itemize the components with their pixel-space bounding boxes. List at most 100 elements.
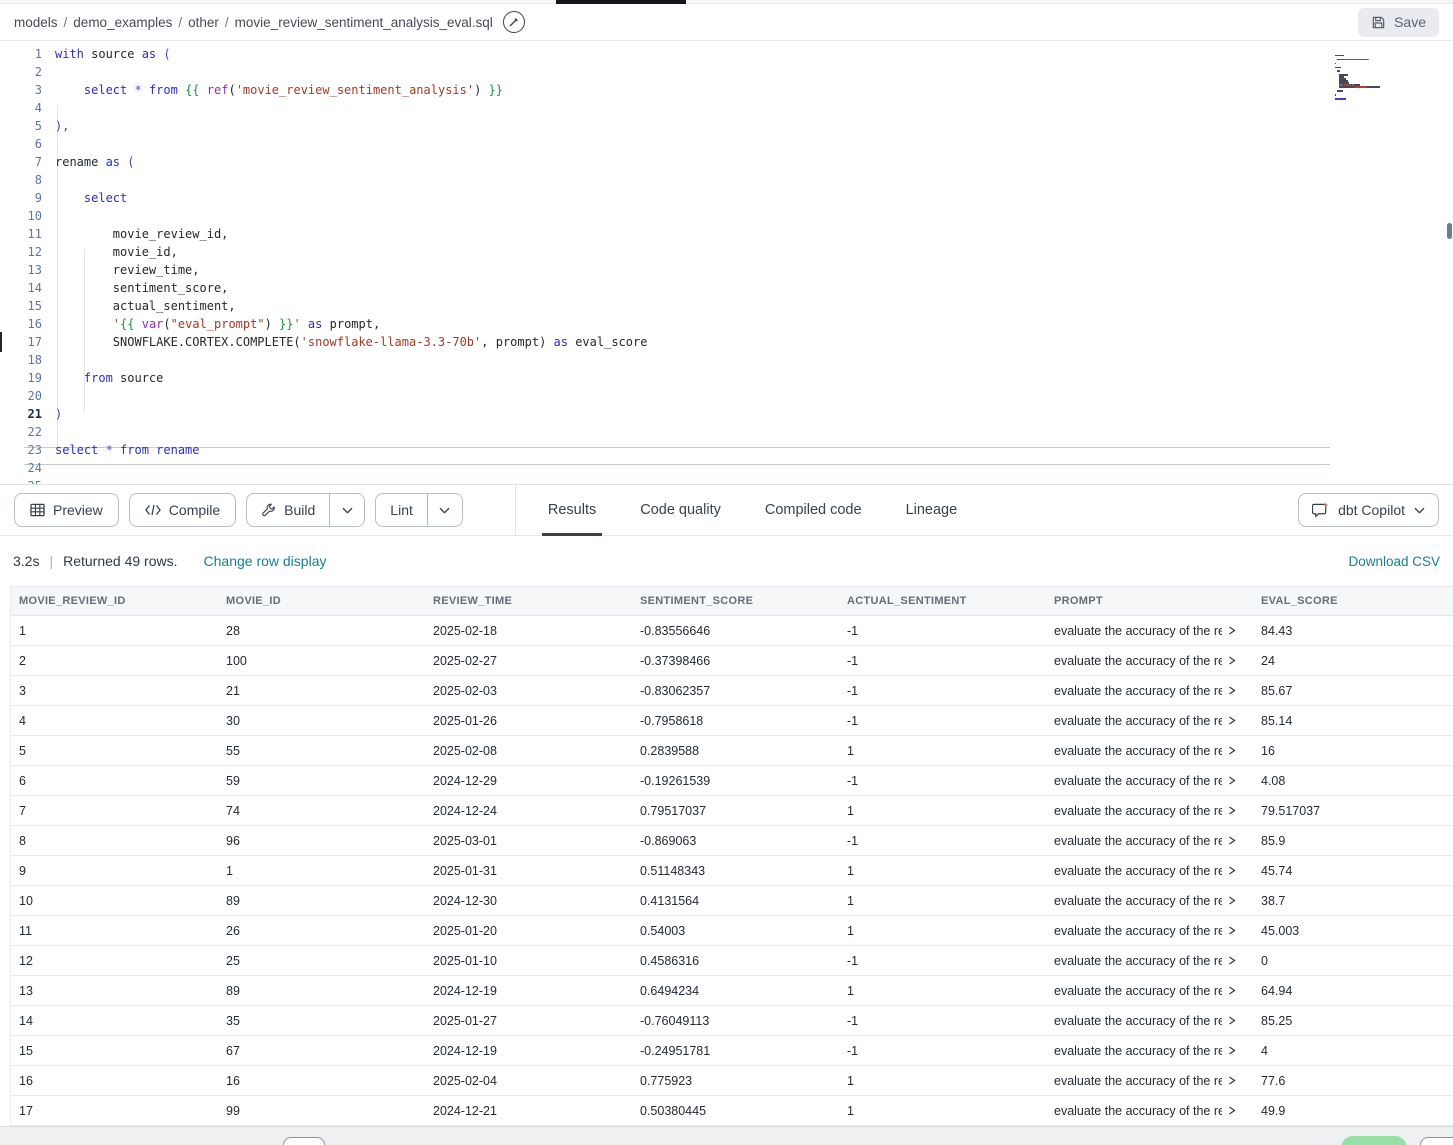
cell-movie-id: 1 bbox=[218, 864, 425, 878]
code-line[interactable]: select * from {{ ref('movie_review_senti… bbox=[55, 81, 1453, 99]
partial-button[interactable] bbox=[283, 1137, 325, 1145]
cell-prompt: evaluate the accuracy of the res… bbox=[1046, 1104, 1253, 1118]
code-line[interactable]: movie_id, bbox=[55, 243, 1453, 261]
build-button[interactable]: Build bbox=[247, 494, 329, 526]
cell-movie-review-id: 12 bbox=[11, 954, 218, 968]
tab-compiled-code[interactable]: Compiled code bbox=[765, 485, 862, 536]
expand-prompt-icon[interactable] bbox=[1228, 896, 1236, 905]
cell-movie-review-id: 17 bbox=[11, 1104, 218, 1118]
code-line[interactable]: '{{ var("eval_prompt") }}' as prompt, bbox=[55, 315, 1453, 333]
cell-eval-score: 84.43 bbox=[1253, 624, 1453, 638]
expand-prompt-icon[interactable] bbox=[1228, 686, 1236, 695]
cell-movie-review-id: 13 bbox=[11, 984, 218, 998]
tab-code-quality[interactable]: Code quality bbox=[640, 485, 721, 536]
expand-prompt-icon[interactable] bbox=[1228, 956, 1236, 965]
cell-eval-score: 16 bbox=[1253, 744, 1453, 758]
change-row-display-link[interactable]: Change row display bbox=[204, 553, 327, 569]
sql-code-editor[interactable]: 1234567891011121314151617181920212223242… bbox=[0, 41, 1453, 485]
expand-prompt-icon[interactable] bbox=[1228, 626, 1236, 635]
code-line[interactable]: select bbox=[55, 189, 1453, 207]
prompt-preview-text: evaluate the accuracy of the res… bbox=[1054, 1074, 1222, 1088]
code-line[interactable]: movie_review_id, bbox=[55, 225, 1453, 243]
expand-prompt-icon[interactable] bbox=[1228, 986, 1236, 995]
expand-prompt-icon[interactable] bbox=[1228, 926, 1236, 935]
breadcrumb-segment[interactable]: demo_examples bbox=[73, 15, 172, 30]
cell-movie-id: 30 bbox=[218, 714, 425, 728]
code-line[interactable] bbox=[55, 207, 1453, 225]
save-label: Save bbox=[1394, 14, 1426, 30]
code-line[interactable] bbox=[55, 351, 1453, 369]
table-row: 21002025-02-27-0.37398466-1evaluate the … bbox=[11, 646, 1453, 676]
code-line[interactable] bbox=[55, 135, 1453, 153]
expand-prompt-icon[interactable] bbox=[1228, 1106, 1236, 1115]
save-button[interactable]: Save bbox=[1358, 8, 1439, 37]
code-line[interactable] bbox=[55, 63, 1453, 81]
cell-actual-sentiment: -1 bbox=[839, 624, 1046, 638]
code-line[interactable]: with source as ( bbox=[55, 45, 1453, 63]
editor-scrollbar-thumb[interactable] bbox=[1447, 223, 1452, 239]
expand-prompt-icon[interactable] bbox=[1228, 866, 1236, 875]
edit-file-icon[interactable] bbox=[503, 11, 525, 33]
breadcrumb-segment[interactable]: other bbox=[188, 15, 219, 30]
expand-prompt-icon[interactable] bbox=[1228, 1016, 1236, 1025]
breadcrumb: models/demo_examples/other/movie_review_… bbox=[14, 15, 493, 30]
tab-lineage[interactable]: Lineage bbox=[906, 485, 958, 536]
cell-eval-score: 49.9 bbox=[1253, 1104, 1453, 1118]
expand-prompt-icon[interactable] bbox=[1228, 836, 1236, 845]
cell-prompt: evaluate the accuracy of the res… bbox=[1046, 654, 1253, 668]
table-row: 15672024-12-19-0.24951781-1evaluate the … bbox=[11, 1036, 1453, 1066]
line-number: 23 bbox=[0, 441, 42, 459]
code-line[interactable]: ), bbox=[55, 117, 1453, 135]
code-line[interactable] bbox=[55, 99, 1453, 117]
code-line[interactable]: rename as ( bbox=[55, 153, 1453, 171]
code-line[interactable]: review_time, bbox=[55, 261, 1453, 279]
cell-review-time: 2024-12-21 bbox=[425, 1104, 632, 1118]
code-lines[interactable]: with source as ( select * from {{ ref('m… bbox=[42, 45, 1453, 485]
expand-prompt-icon[interactable] bbox=[1228, 746, 1236, 755]
lint-button[interactable]: Lint bbox=[376, 494, 427, 526]
table-header-row: MOVIE_REVIEW_IDMOVIE_IDREVIEW_TIMESENTIM… bbox=[11, 586, 1453, 616]
code-line[interactable]: sentiment_score, bbox=[55, 279, 1453, 297]
expand-prompt-icon[interactable] bbox=[1228, 806, 1236, 815]
table-row: 17992024-12-210.503804451evaluate the ac… bbox=[11, 1096, 1453, 1126]
cell-movie-review-id: 15 bbox=[11, 1044, 218, 1058]
expand-prompt-icon[interactable] bbox=[1228, 776, 1236, 785]
cell-movie-review-id: 3 bbox=[11, 684, 218, 698]
panel-edge-mark bbox=[0, 332, 2, 352]
code-line[interactable] bbox=[55, 387, 1453, 405]
download-csv-link[interactable]: Download CSV bbox=[1348, 554, 1440, 569]
cell-actual-sentiment: 1 bbox=[839, 804, 1046, 818]
code-line[interactable]: ) bbox=[55, 405, 1453, 423]
code-line[interactable] bbox=[55, 459, 1453, 477]
code-line[interactable] bbox=[55, 171, 1453, 189]
partial-green-pill[interactable] bbox=[1341, 1136, 1407, 1145]
code-line[interactable]: SNOWFLAKE.CORTEX.COMPLETE('snowflake-lla… bbox=[55, 333, 1453, 351]
dbt-copilot-button[interactable]: dbt Copilot bbox=[1298, 493, 1439, 527]
breadcrumb-segment[interactable]: movie_review_sentiment_analysis_eval.sql bbox=[235, 15, 493, 30]
expand-prompt-icon[interactable] bbox=[1228, 1046, 1236, 1055]
preview-button[interactable]: Preview bbox=[14, 493, 119, 527]
breadcrumb-segment[interactable]: models bbox=[14, 15, 58, 30]
partial-button[interactable] bbox=[1420, 1137, 1453, 1145]
line-number: 15 bbox=[0, 297, 42, 315]
code-minimap[interactable] bbox=[1335, 47, 1447, 97]
line-number: 18 bbox=[0, 351, 42, 369]
expand-prompt-icon[interactable] bbox=[1228, 1076, 1236, 1085]
code-line[interactable]: select * from rename bbox=[55, 441, 1453, 459]
tab-results[interactable]: Results bbox=[548, 485, 596, 536]
lint-dropdown-button[interactable] bbox=[427, 494, 462, 526]
expand-prompt-icon[interactable] bbox=[1228, 656, 1236, 665]
compile-button[interactable]: Compile bbox=[129, 493, 236, 527]
build-dropdown-button[interactable] bbox=[329, 494, 364, 526]
code-line[interactable]: from source bbox=[55, 369, 1453, 387]
code-line[interactable]: actual_sentiment, bbox=[55, 297, 1453, 315]
cell-sentiment-score: 0.4586316 bbox=[632, 954, 839, 968]
expand-prompt-icon[interactable] bbox=[1228, 716, 1236, 725]
cell-eval-score: 79.517037 bbox=[1253, 804, 1453, 818]
prompt-preview-text: evaluate the accuracy of the res… bbox=[1054, 624, 1222, 638]
prompt-preview-text: evaluate the accuracy of the res… bbox=[1054, 684, 1222, 698]
code-line[interactable] bbox=[55, 423, 1453, 441]
file-header: models/demo_examples/other/movie_review_… bbox=[0, 4, 1453, 41]
cell-sentiment-score: 0.50380445 bbox=[632, 1104, 839, 1118]
cell-sentiment-score: 0.79517037 bbox=[632, 804, 839, 818]
